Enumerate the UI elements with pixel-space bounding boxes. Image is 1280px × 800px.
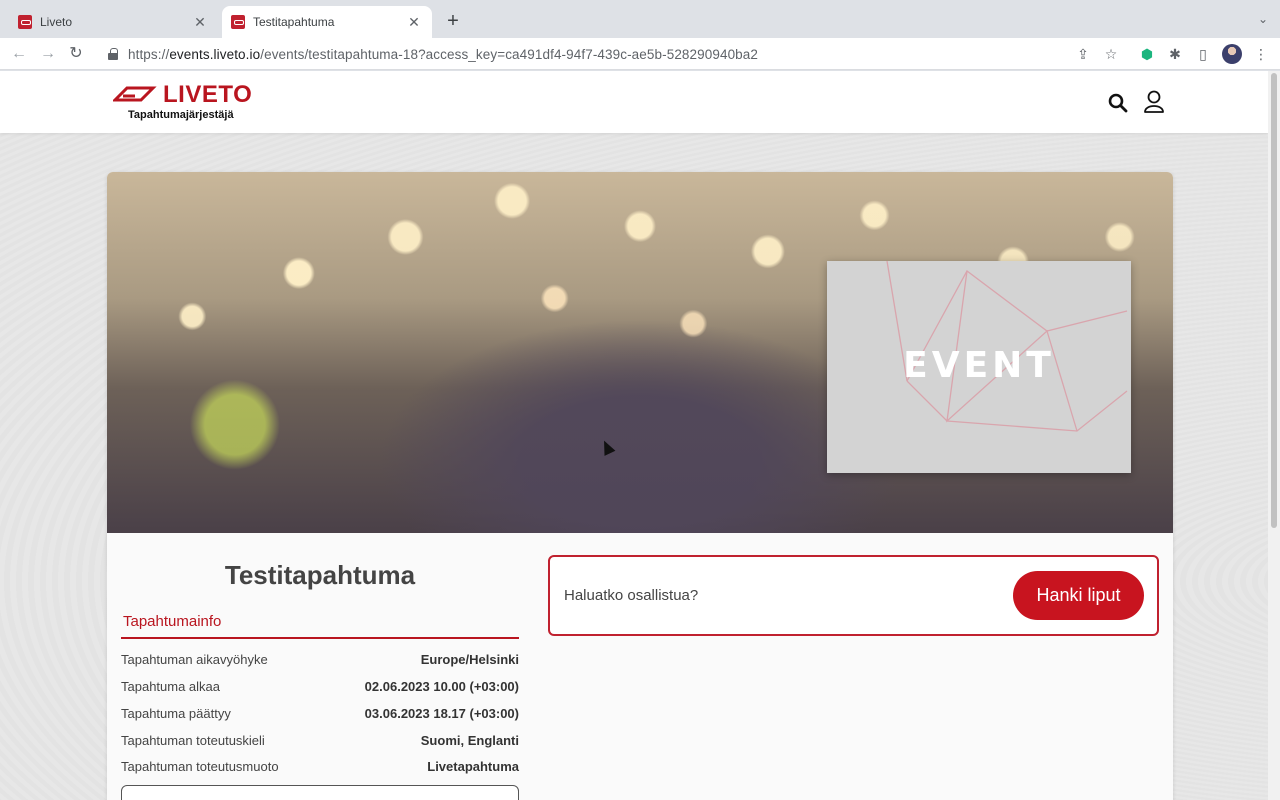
browser-tabstrip: Liveto ✕ Testitapahtuma ✕ + ⌄ [0,0,1280,38]
info-row-language: Tapahtuman toteutuskieli Suomi, Englanti [121,733,519,753]
profile-avatar[interactable] [1222,44,1242,64]
kebab-menu-icon[interactable]: ⋮ [1252,45,1270,63]
page-scrollbar[interactable] [1268,71,1280,800]
user-icon[interactable] [1143,90,1165,114]
info-row-start: Tapahtuma alkaa 02.06.2023 10.00 (+03:00… [121,679,519,699]
liveto-logo-mark-icon [113,86,157,102]
liveto-favicon-icon [18,15,32,29]
info-label: Tapahtuma päättyy [121,706,231,721]
info-label: Tapahtuman toteutusmuoto [121,759,279,774]
ticket-cta-box: Haluatko osallistua? Hanki liput [548,555,1159,636]
info-value: 02.06.2023 10.00 (+03:00) [364,679,519,694]
info-label: Tapahtuman aikavyöhyke [121,652,268,667]
tab-title: Liveto [40,15,73,29]
new-tab-plus-icon[interactable]: + [443,11,463,31]
reload-icon[interactable]: ↻ [64,42,88,66]
forward-arrow-icon[interactable]: → [36,42,60,66]
browser-tab-testitapahtuma[interactable]: Testitapahtuma ✕ [222,6,432,38]
info-row-format: Tapahtuman toteutusmuoto Livetapahtuma [121,759,519,779]
liveto-favicon-icon [231,15,245,29]
event-hero-image: EVENT [107,172,1173,533]
info-label: Tapahtuma alkaa [121,679,221,694]
tab-title: Testitapahtuma [253,15,335,29]
logo-subtitle: Tapahtumajärjestäjä [128,109,234,121]
extensions-puzzle-icon[interactable]: ✱ [1166,45,1184,63]
page-viewport: LIVETO Tapahtumajärjestäjä EVENT Testita… [0,71,1280,800]
browser-toolbar: ← → ↻ https://events.liveto.io/events/te… [0,38,1280,70]
browser-tab-liveto[interactable]: Liveto ✕ [0,6,218,38]
page-title: Testitapahtuma [224,560,416,590]
event-card: EVENT Testitapahtuma Tapahtumainfo Tapah… [107,172,1173,800]
info-bottom-box[interactable] [121,785,519,800]
close-icon[interactable]: ✕ [406,14,422,30]
info-row-timezone: Tapahtuman aikavyöhyke Europe/Helsinki [121,652,519,672]
info-value: 03.06.2023 18.17 (+03:00) [364,706,519,721]
back-arrow-icon[interactable]: ← [7,42,31,66]
chevron-down-icon[interactable]: ⌄ [1258,12,1268,26]
search-icon[interactable] [1108,93,1128,113]
site-header: LIVETO Tapahtumajärjestäjä [0,71,1268,133]
liveto-logo[interactable]: LIVETO Tapahtumajärjestäjä [113,81,253,129]
close-icon[interactable]: ✕ [192,14,208,30]
event-cover-image: EVENT [827,261,1131,473]
info-value: Europe/Helsinki [420,652,519,667]
bookmark-star-icon[interactable]: ☆ [1102,45,1120,63]
lock-icon[interactable] [108,48,118,60]
get-tickets-button[interactable]: Hanki liput [1013,571,1144,620]
extension-icon[interactable]: ⬢ [1138,45,1156,63]
info-value: Suomi, Englanti [420,733,519,748]
url-text: https://events.liveto.io/events/testitap… [128,46,759,62]
cta-question: Haluatko osallistua? [564,587,699,604]
event-info-heading: Tapahtumainfo [121,613,519,639]
side-panel-icon[interactable]: ▯ [1194,45,1212,63]
logo-wordmark: LIVETO [163,81,253,108]
info-label: Tapahtuman toteutuskieli [121,733,265,748]
event-cover-text: EVENT [903,345,1055,386]
info-row-end: Tapahtuma päättyy 03.06.2023 18.17 (+03:… [121,706,519,726]
share-icon[interactable]: ⇪ [1074,45,1092,63]
address-bar[interactable]: https://events.liveto.io/events/testitap… [98,41,1128,67]
info-value: Livetapahtuma [427,759,519,774]
scrollbar-thumb[interactable] [1271,73,1277,528]
